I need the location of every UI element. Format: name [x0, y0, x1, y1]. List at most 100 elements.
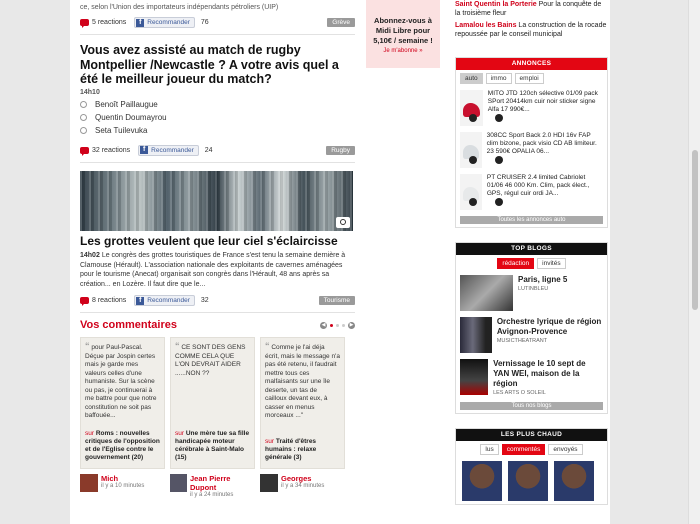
poll-title[interactable]: Vous avez assisté au match de rugby Mont… — [80, 43, 355, 87]
ad-item[interactable]: MITO JTD 120ch sélective 01/09 pack SPor… — [456, 87, 607, 129]
hot-images — [456, 458, 607, 504]
avatar — [170, 474, 188, 492]
side-news-item[interactable]: Saint Quentin la Porterie Pour la conquê… — [455, 0, 608, 18]
recommend-button[interactable]: f Recommander — [134, 295, 195, 306]
scrollbar[interactable] — [688, 0, 700, 524]
news-place: Saint Quentin la Porterie — [455, 1, 537, 8]
pager-dot[interactable] — [336, 323, 339, 327]
camera-icon[interactable] — [336, 216, 350, 228]
ad-item[interactable]: 308CC Sport Back 2.0 HDI 16v FAP clim bi… — [456, 129, 607, 171]
ad-text: MITO JTD 120ch sélective 01/09 pack SPor… — [487, 90, 598, 113]
category-tag[interactable]: Tourisme — [318, 296, 355, 305]
author-name[interactable]: Jean Pierre Dupont — [190, 474, 255, 492]
tab-commentes[interactable]: commentés — [501, 444, 546, 455]
blog-image — [460, 317, 492, 353]
poll-option[interactable]: Benoît Paillaugue — [80, 100, 355, 109]
blog-image — [460, 359, 489, 395]
comment-icon — [80, 19, 89, 28]
article-desc: 14h02 Le congrès des grottes touristique… — [80, 251, 355, 289]
all-ads-link[interactable]: Toutes les annonces auto — [460, 216, 603, 224]
next-arrow-icon[interactable]: ▶ — [348, 321, 355, 329]
cave-photo[interactable] — [80, 170, 353, 231]
article-title[interactable]: Les grottes veulent que leur ciel s'écla… — [80, 234, 355, 249]
blog-item[interactable]: Vernissage le 10 sept de YAN WEI, maison… — [456, 356, 607, 399]
article-meta-2: 8 reactions f Recommander 32 Tourisme — [80, 295, 355, 306]
radio-button[interactable] — [80, 113, 87, 121]
category-tag[interactable]: Grève — [327, 18, 355, 27]
recommend-count: 32 — [200, 297, 209, 304]
recommend-button[interactable]: f Recommander — [134, 17, 195, 28]
recommend-label: Recommander — [147, 19, 190, 26]
topic-link[interactable]: Roms : nouvelles critiques de l'oppositi… — [85, 430, 160, 461]
radio-button[interactable] — [80, 100, 87, 108]
sur-label: sur — [85, 430, 95, 437]
blog-item[interactable]: Paris, ligne 5 LUTINBLEU — [456, 272, 607, 314]
annonces-box: ANNONCES auto immo emploi MITO JTD 120ch… — [455, 57, 608, 228]
ad-item[interactable]: PT CRUISER 2.4 limited Cabriolet 01/06 4… — [456, 171, 607, 213]
comment-card[interactable]: “ Comme je l'ai déja écrit, mais le mess… — [260, 337, 345, 469]
tab-emploi[interactable]: emploi — [514, 73, 544, 84]
comment-icon — [80, 297, 89, 306]
facebook-icon: f — [136, 18, 145, 27]
topic-link[interactable]: Une mère tue sa fille handicapée moteur … — [175, 430, 249, 461]
comment-text: pour Paul-Pascal. Déçue par Jospin certe… — [85, 344, 157, 419]
comment-topic: sur Une mère tue sa fille handicapée mot… — [175, 430, 250, 462]
comment-card[interactable]: “ CE SONT DES GENS COMME CELA QUE L'ON D… — [170, 337, 255, 469]
comment-author[interactable]: Mich il y a 10 minutes — [80, 474, 165, 498]
article-time: 14h02 — [80, 252, 100, 259]
side-news-item[interactable]: Lamalou les Bains La construction de la … — [455, 21, 608, 39]
reactions-link[interactable]: 8 reactions — [92, 297, 126, 304]
poll-option[interactable]: Seta Tuilevuka — [80, 126, 355, 135]
all-blogs-link[interactable]: Tous nos blogs — [460, 402, 603, 410]
recommend-count: 24 — [204, 146, 213, 154]
pager-dot[interactable] — [330, 323, 333, 327]
blog-title: Paris, ligne 5 — [518, 275, 568, 284]
ad-text: PT CRUISER 2.4 limited Cabriolet 01/06 4… — [486, 174, 590, 197]
comment-card[interactable]: “ pour Paul-Pascal. Déçue par Jospin cer… — [80, 337, 165, 469]
tab-redaction[interactable]: rédaction — [497, 258, 535, 269]
annonces-tabs: auto immo emploi — [456, 70, 607, 87]
category-tag[interactable]: Rugby — [326, 145, 355, 155]
reactions-link[interactable]: 5 reactions — [92, 19, 126, 26]
tab-immo[interactable]: immo — [485, 73, 512, 84]
poll-option[interactable]: Quentin Doumayrou — [80, 113, 355, 122]
tab-invites[interactable]: invités — [537, 258, 566, 269]
subscribe-link[interactable]: Je m'abonne » — [366, 48, 440, 54]
blog-source: LUTINBLEU — [518, 286, 549, 292]
option-label: Seta Tuilevuka — [95, 125, 148, 135]
blog-image — [460, 275, 513, 311]
comment-author[interactable]: Jean Pierre Dupont il y a 24 minutes — [170, 474, 255, 498]
comment-author[interactable]: Georges il y a 34 minutes — [260, 474, 345, 498]
car-image — [460, 174, 482, 210]
recommend-label: Recommander — [151, 146, 194, 154]
radio-button[interactable] — [80, 126, 87, 134]
quote-icon: “ — [85, 341, 90, 351]
prev-arrow-icon[interactable]: ◀ — [320, 321, 327, 329]
comments-header: Vos commentaires ◀ ▶ — [80, 319, 355, 331]
scrollbar-thumb[interactable] — [692, 150, 698, 310]
comment-cards: “ pour Paul-Pascal. Déçue par Jospin cer… — [80, 337, 355, 469]
blog-item[interactable]: Orchestre lyrique de région Avignon-Prov… — [456, 314, 607, 356]
annonces-header: ANNONCES — [456, 58, 607, 70]
hot-image[interactable] — [462, 461, 502, 501]
facebook-icon: f — [140, 146, 149, 154]
blog-source: MUSICTHEATRANT — [496, 338, 548, 344]
news-place: Lamalou les Bains — [455, 22, 517, 29]
divider — [80, 161, 355, 163]
subscribe-promo[interactable]: Abonnez-vous à Midi Libre pour 5,10€ / s… — [366, 0, 440, 68]
pager-dot[interactable] — [342, 323, 345, 327]
sur-label: sur — [265, 438, 275, 445]
author-name[interactable]: Mich — [101, 474, 144, 483]
recommend-button[interactable]: f Recommander — [138, 144, 199, 156]
tab-lus[interactable]: lus — [480, 444, 499, 455]
tab-envoyes[interactable]: envoyés — [548, 444, 583, 455]
tab-auto[interactable]: auto — [460, 73, 483, 84]
poll-time: 14h10 — [80, 88, 100, 96]
blog-source: LES ARTS O SOLEIL — [493, 390, 546, 396]
hot-image[interactable] — [508, 461, 548, 501]
author-name[interactable]: Georges — [281, 474, 324, 483]
reactions-link[interactable]: 32 reactions — [92, 147, 130, 154]
hot-image[interactable] — [554, 461, 594, 501]
divider — [80, 34, 355, 35]
avatar — [260, 474, 278, 492]
